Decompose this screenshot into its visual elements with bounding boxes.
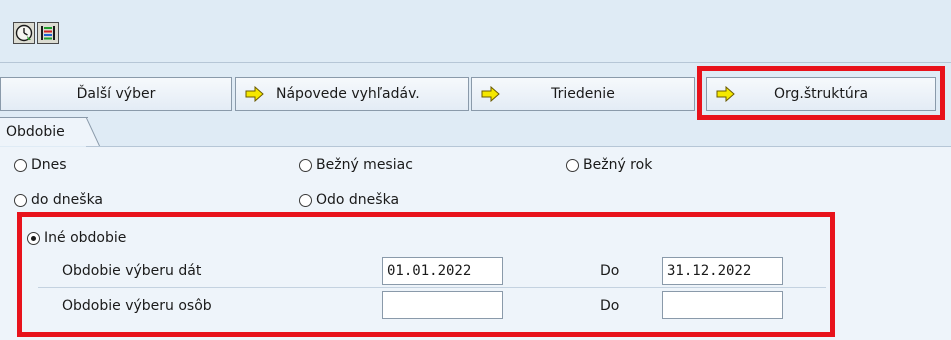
selection-options-button[interactable] <box>37 22 59 44</box>
sorting-button[interactable]: Triedenie <box>471 77 695 111</box>
radio-today[interactable]: Dnes <box>14 157 67 173</box>
more-selection-button[interactable]: Ďalší výber <box>0 77 232 111</box>
data-selection-to-field[interactable]: 31.12.2022 <box>662 257 783 285</box>
execute-clock-icon <box>15 24 33 42</box>
execute-button[interactable] <box>13 22 35 44</box>
radio-up-to-today-label: do dneška <box>31 192 104 208</box>
person-selection-label: Obdobie výberu osôb <box>62 298 212 314</box>
period-panel: Dnes Bežný mesiac Bežný rok do dneška Od… <box>0 147 951 340</box>
search-help-button[interactable]: Nápovede vyhľadáv. <box>235 77 469 111</box>
radio-circle <box>299 158 312 172</box>
radio-circle <box>14 158 27 172</box>
data-selection-label: Obdobie výberu dát <box>62 263 202 279</box>
radio-from-today[interactable]: Odo dneška <box>299 192 399 208</box>
search-help-label: Nápovede vyhľadáv. <box>276 86 420 102</box>
tab-strip: Obdobie <box>0 117 951 147</box>
sorting-label: Triedenie <box>551 86 615 102</box>
more-selection-label: Ďalší výber <box>76 86 156 102</box>
row-divider <box>38 287 826 288</box>
data-selection-from-field[interactable]: 01.01.2022 <box>382 257 503 285</box>
person-selection-to-field[interactable] <box>662 291 783 319</box>
application-toolbar <box>0 0 951 62</box>
org-structure-button[interactable]: Org.štruktúra <box>706 77 936 111</box>
radio-current-month[interactable]: Bežný mesiac <box>299 157 413 173</box>
tab-period-label: Obdobie <box>6 124 65 140</box>
radio-from-today-label: Odo dneška <box>316 192 400 208</box>
toolbar-separator <box>0 62 951 63</box>
radio-current-year-label: Bežný rok <box>583 157 653 173</box>
radio-circle <box>299 193 312 207</box>
radio-other-period-label: Iné obdobie <box>44 230 127 246</box>
radio-today-label: Dnes <box>31 157 67 173</box>
radio-up-to-today[interactable]: do dneška <box>14 192 103 208</box>
person-selection-from-field[interactable] <box>382 291 503 319</box>
radio-other-period[interactable]: Iné obdobie <box>27 230 126 246</box>
arrow-right-icon <box>481 86 500 102</box>
tab-edge <box>86 117 100 147</box>
radio-circle-selected <box>27 231 40 245</box>
person-selection-to-label: Do <box>600 298 620 314</box>
radio-circle <box>566 158 579 172</box>
radio-current-month-label: Bežný mesiac <box>316 157 413 173</box>
tab-period[interactable]: Obdobie <box>0 117 88 146</box>
arrow-right-icon <box>716 86 735 102</box>
arrow-right-icon <box>245 86 264 102</box>
radio-current-year[interactable]: Bežný rok <box>566 157 652 173</box>
selection-options-icon <box>41 26 55 40</box>
radio-circle <box>14 193 27 207</box>
org-structure-label: Org.štruktúra <box>773 86 869 102</box>
data-selection-to-label: Do <box>600 263 620 279</box>
selection-button-bar: Ďalší výber Nápovede vyhľadáv. Triedenie… <box>0 77 951 112</box>
